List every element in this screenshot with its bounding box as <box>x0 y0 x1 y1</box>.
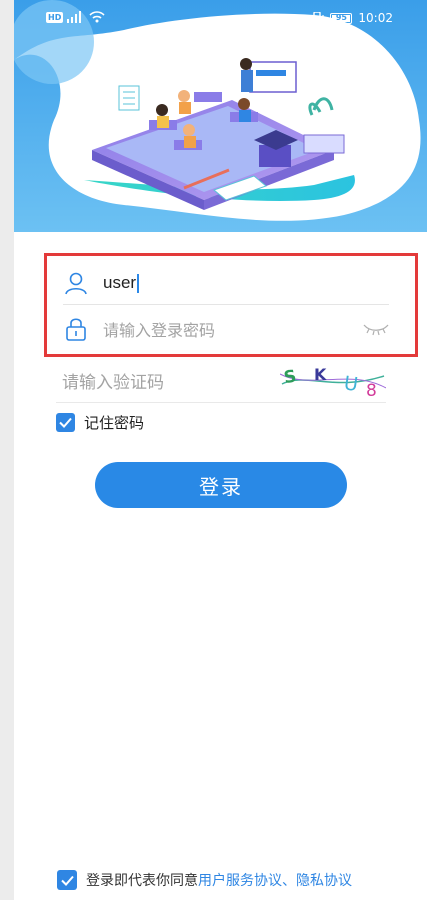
credentials-highlight: user 请输入登录密码 <box>44 253 418 357</box>
username-input[interactable]: user <box>103 273 140 293</box>
clock: 10:02 <box>358 11 393 25</box>
user-agreement-link[interactable]: 用户服务协议 <box>198 873 282 889</box>
privacy-agreement-link[interactable]: 隐私协议 <box>296 873 352 889</box>
status-bar: HD 95 10:02 <box>14 0 427 38</box>
signal-icon <box>67 11 82 23</box>
remember-label: 记住密码 <box>84 414 145 432</box>
agreement-row: 登录即代表你同意用户服务协议、隐私协议 <box>57 870 352 890</box>
password-input[interactable]: 请输入登录密码 <box>103 317 389 341</box>
field-divider <box>63 304 389 305</box>
captcha-char: K <box>314 365 327 384</box>
remember-checkbox[interactable] <box>56 413 75 432</box>
login-button[interactable]: 登录 <box>95 462 347 508</box>
eye-closed-icon[interactable] <box>363 321 389 340</box>
battery-icon: 95 <box>330 12 353 24</box>
captcha-divider <box>56 402 386 403</box>
remember-password[interactable]: 记住密码 <box>56 412 144 433</box>
agreement-text: 登录即代表你同意 <box>86 873 198 889</box>
check-icon <box>59 417 72 428</box>
captcha-char: 8 <box>366 381 377 398</box>
lock-icon <box>63 316 89 342</box>
captcha-image[interactable]: S K U 8 <box>279 362 387 401</box>
agreement-separator: 、 <box>282 873 296 889</box>
agreement-checkbox[interactable] <box>57 870 77 890</box>
captcha-row: 请输入验证码 S K U 8 <box>56 362 387 402</box>
user-icon <box>63 270 89 296</box>
wifi-icon <box>89 11 105 23</box>
password-row[interactable]: 请输入登录密码 <box>63 308 389 350</box>
captcha-input[interactable]: 请输入验证码 <box>62 368 164 393</box>
check-icon <box>60 875 74 886</box>
vibrate-icon <box>310 12 325 24</box>
username-row[interactable]: user <box>63 262 389 304</box>
hd-badge: HD <box>46 11 64 23</box>
text-caret <box>137 274 140 293</box>
left-edge <box>0 0 14 900</box>
